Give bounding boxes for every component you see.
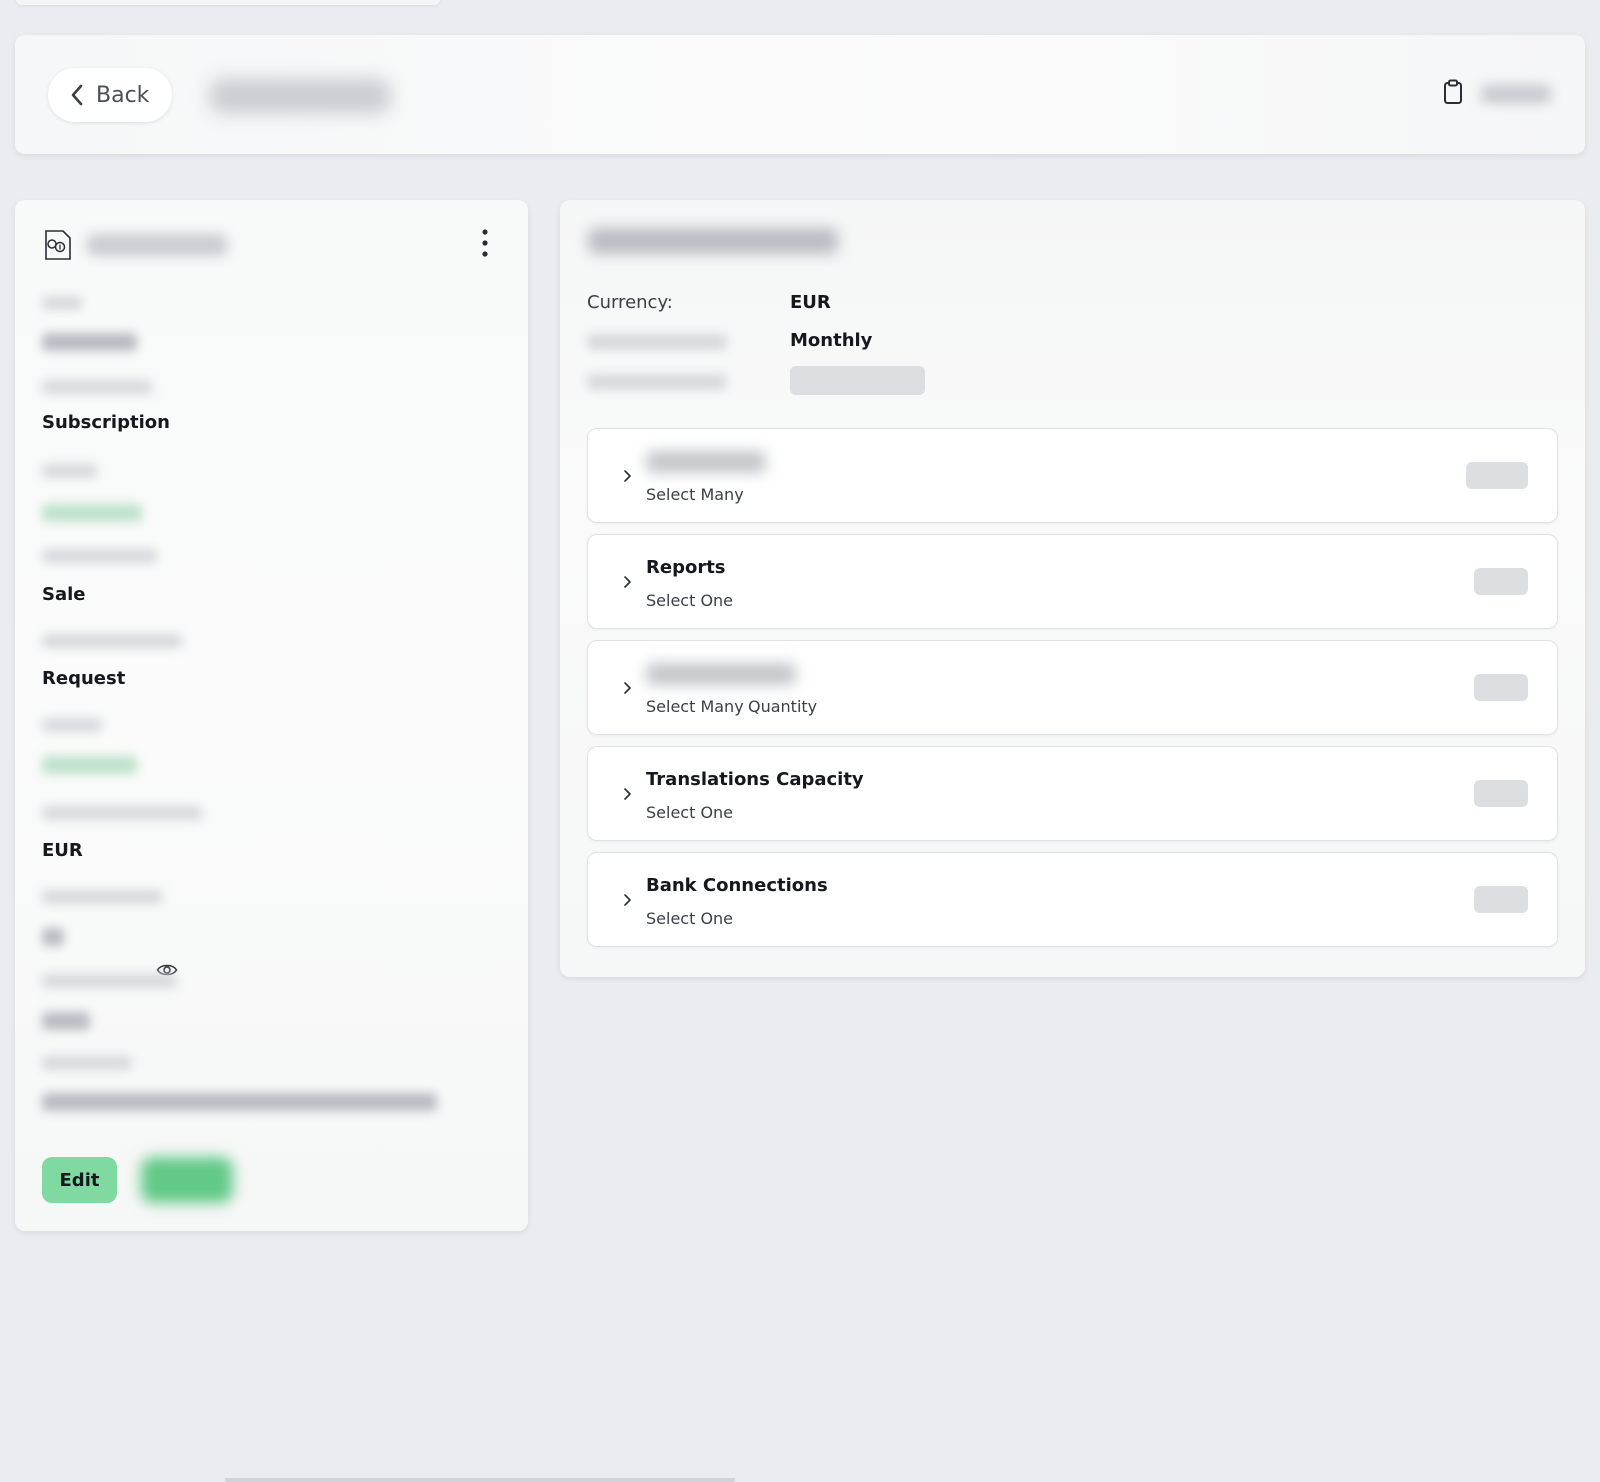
- info-label-redacted: [587, 374, 727, 390]
- field-label-redacted: [42, 380, 152, 394]
- type-value: Subscription: [42, 412, 170, 433]
- option-price-redacted: [1474, 780, 1528, 807]
- chevron-right-icon: [624, 788, 631, 800]
- option-price-redacted: [1474, 674, 1528, 701]
- option-tag: Select One: [646, 909, 734, 928]
- link-value-redacted[interactable]: [42, 756, 137, 774]
- horizontal-scrollbar[interactable]: [225, 1478, 735, 1482]
- field-value-redacted: [42, 333, 137, 351]
- currency-info-value: EUR: [790, 292, 831, 313]
- option-title: Translations Capacity: [646, 769, 864, 790]
- chevron-right-icon: [624, 894, 631, 906]
- field-label-redacted: [42, 890, 162, 904]
- option-row-bank-connections[interactable]: Bank Connections Select One: [587, 852, 1558, 947]
- option-price-redacted: [1466, 462, 1528, 489]
- field-label-redacted: [42, 296, 82, 310]
- field-label-redacted: [42, 1056, 132, 1070]
- edit-button[interactable]: Edit: [42, 1157, 117, 1203]
- chevron-right-icon: [624, 470, 631, 482]
- header-action-redacted[interactable]: [1481, 85, 1551, 103]
- product-icon: [45, 230, 71, 260]
- more-vertical-icon[interactable]: [479, 228, 491, 258]
- option-tag: Select Many: [646, 697, 744, 716]
- chevron-left-icon: [71, 84, 83, 106]
- configuration-card: Currency: EUR Monthly Select Many Report…: [560, 200, 1585, 977]
- option-row-reports[interactable]: Reports Select One: [587, 534, 1558, 629]
- option-title-redacted: [646, 451, 766, 473]
- chevron-right-icon: [624, 682, 631, 694]
- option-tag: Select One: [646, 803, 734, 822]
- back-button-label: Back: [96, 82, 150, 108]
- back-button[interactable]: Back: [48, 68, 172, 122]
- field-value-redacted: [42, 1093, 437, 1111]
- section-title-redacted: [588, 228, 838, 254]
- field-label-redacted: [42, 718, 102, 732]
- mode-value: Request: [42, 668, 126, 689]
- option-row[interactable]: Select Many Quantity: [587, 640, 1558, 735]
- option-price-redacted: [1474, 886, 1528, 913]
- details-card: Subscription Sale Request EUR Edit: [15, 200, 528, 1231]
- field-value-redacted: [42, 1012, 90, 1030]
- currency-label: Currency:: [587, 292, 673, 313]
- top-panel-edge: [16, 0, 440, 5]
- page-title-redacted: [210, 79, 390, 113]
- option-row[interactable]: Select Many: [587, 428, 1558, 523]
- field-value-redacted: [42, 928, 64, 946]
- option-title-redacted: [646, 663, 796, 685]
- field-label-redacted: [42, 806, 202, 820]
- field-label-redacted: [42, 464, 97, 478]
- field-label-redacted: [42, 549, 157, 563]
- field-label-redacted: [42, 974, 177, 988]
- option-row-translations-capacity[interactable]: Translations Capacity Select One: [587, 746, 1558, 841]
- option-tag: Select One: [646, 591, 734, 610]
- secondary-button-redacted[interactable]: [141, 1157, 233, 1203]
- info-chip-redacted: [790, 366, 925, 395]
- channel-value: Sale: [42, 584, 86, 605]
- chevron-right-icon: [624, 576, 631, 588]
- card-title-redacted: [87, 234, 227, 256]
- period-info-value: Monthly: [790, 330, 873, 351]
- option-price-redacted: [1474, 568, 1528, 595]
- clipboard-icon[interactable]: [1441, 78, 1465, 106]
- option-tag: Quantity: [748, 697, 818, 716]
- option-title: Reports: [646, 557, 726, 578]
- option-title: Bank Connections: [646, 875, 828, 896]
- status-badge-redacted: [42, 504, 142, 522]
- currency-value: EUR: [42, 840, 83, 861]
- info-label-redacted: [587, 334, 727, 350]
- page-header: Back: [15, 35, 1585, 154]
- option-tag: Select Many: [646, 485, 744, 504]
- field-label-redacted: [42, 634, 182, 648]
